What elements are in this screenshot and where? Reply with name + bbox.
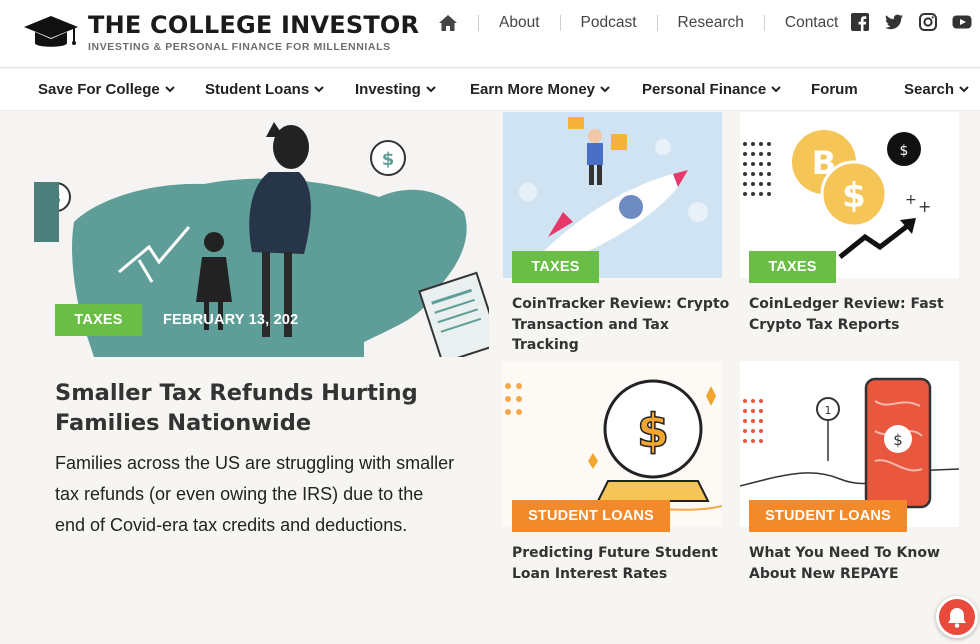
nav-earn-more-money[interactable]: Earn More Money <box>470 81 610 98</box>
category-badge-student-loans[interactable]: STUDENT LOANS <box>512 500 670 532</box>
chevron-down-icon <box>314 86 324 93</box>
svg-text:$: $ <box>900 143 909 159</box>
svg-text:+: + <box>918 197 931 216</box>
nav-search[interactable]: Search <box>904 81 969 98</box>
nav-link-podcast[interactable]: Podcast <box>581 14 637 32</box>
chevron-down-icon <box>600 86 610 93</box>
chevron-down-icon <box>771 86 781 93</box>
category-badge-taxes[interactable]: TAXES <box>749 251 836 283</box>
home-icon[interactable] <box>438 14 458 32</box>
svg-text:$: $ <box>893 431 903 449</box>
bell-icon <box>948 608 966 628</box>
nav-label: Save For College <box>38 81 160 98</box>
nav-link-contact[interactable]: Contact <box>785 14 838 32</box>
svg-text:$: $ <box>382 149 395 170</box>
publish-date: FEBRUARY 13, 202 <box>163 312 299 328</box>
site-title: THE COLLEGE INVESTOR <box>88 11 420 39</box>
instagram-icon[interactable] <box>918 12 938 32</box>
site-logo[interactable]: THE COLLEGE INVESTOR INVESTING & PERSONA… <box>22 12 419 53</box>
main-nav: Save For College Student Loans Investing… <box>0 69 980 111</box>
featured-article-excerpt: Families across the US are struggling wi… <box>55 453 455 535</box>
article-card-title[interactable]: What You Need To Know About New REPAYE <box>749 543 969 584</box>
site-tagline: INVESTING & PERSONAL FINANCE FOR MILLENN… <box>88 41 391 53</box>
top-nav: About Podcast Research Contact <box>438 14 838 32</box>
site-header: THE COLLEGE INVESTOR INVESTING & PERSONA… <box>0 0 980 68</box>
graduation-cap-icon <box>24 16 78 47</box>
nav-save-for-college[interactable]: Save For College <box>38 81 175 98</box>
chevron-down-icon <box>165 86 175 93</box>
category-badge-taxes[interactable]: TAXES <box>512 251 599 283</box>
nav-label: Student Loans <box>205 81 310 98</box>
nav-divider <box>559 15 561 31</box>
nav-personal-finance[interactable]: Personal Finance <box>642 81 781 98</box>
nav-link-about[interactable]: About <box>499 14 540 32</box>
article-card-title[interactable]: Predicting Future Student Loan Interest … <box>512 543 732 584</box>
nav-divider <box>656 15 658 31</box>
category-badge-student-loans[interactable]: STUDENT LOANS <box>749 500 907 532</box>
nav-label: Forum <box>811 81 858 98</box>
svg-text:$: $ <box>842 176 866 216</box>
article-card-title[interactable]: CoinTracker Review: Crypto Transaction a… <box>512 294 732 356</box>
notification-bell-button[interactable] <box>936 596 978 638</box>
facebook-icon[interactable] <box>850 12 870 32</box>
nav-divider <box>478 15 479 31</box>
svg-text:$: $ <box>637 404 669 458</box>
nav-link-research[interactable]: Research <box>678 14 744 32</box>
chevron-down-icon <box>426 86 436 93</box>
featured-article-title[interactable]: Smaller Tax Refunds Hurting Families Nat… <box>55 378 455 438</box>
svg-text:+: + <box>905 192 917 208</box>
nav-forum[interactable]: Forum <box>811 81 858 98</box>
youtube-icon[interactable] <box>952 12 972 32</box>
nav-student-loans[interactable]: Student Loans <box>205 81 324 98</box>
nav-label: Search <box>904 81 955 98</box>
category-badge-taxes[interactable]: TAXES <box>55 304 142 336</box>
nav-investing[interactable]: Investing <box>355 81 436 98</box>
nav-label: Personal Finance <box>642 81 767 98</box>
nav-label: Investing <box>355 81 421 98</box>
social-links <box>850 12 972 32</box>
chevron-down-icon <box>959 86 969 93</box>
twitter-icon[interactable] <box>884 12 904 32</box>
nav-divider <box>763 15 765 31</box>
svg-text:1: 1 <box>825 404 832 417</box>
nav-label: Earn More Money <box>470 81 596 98</box>
article-card-title[interactable]: CoinLedger Review: Fast Crypto Tax Repor… <box>749 294 969 335</box>
